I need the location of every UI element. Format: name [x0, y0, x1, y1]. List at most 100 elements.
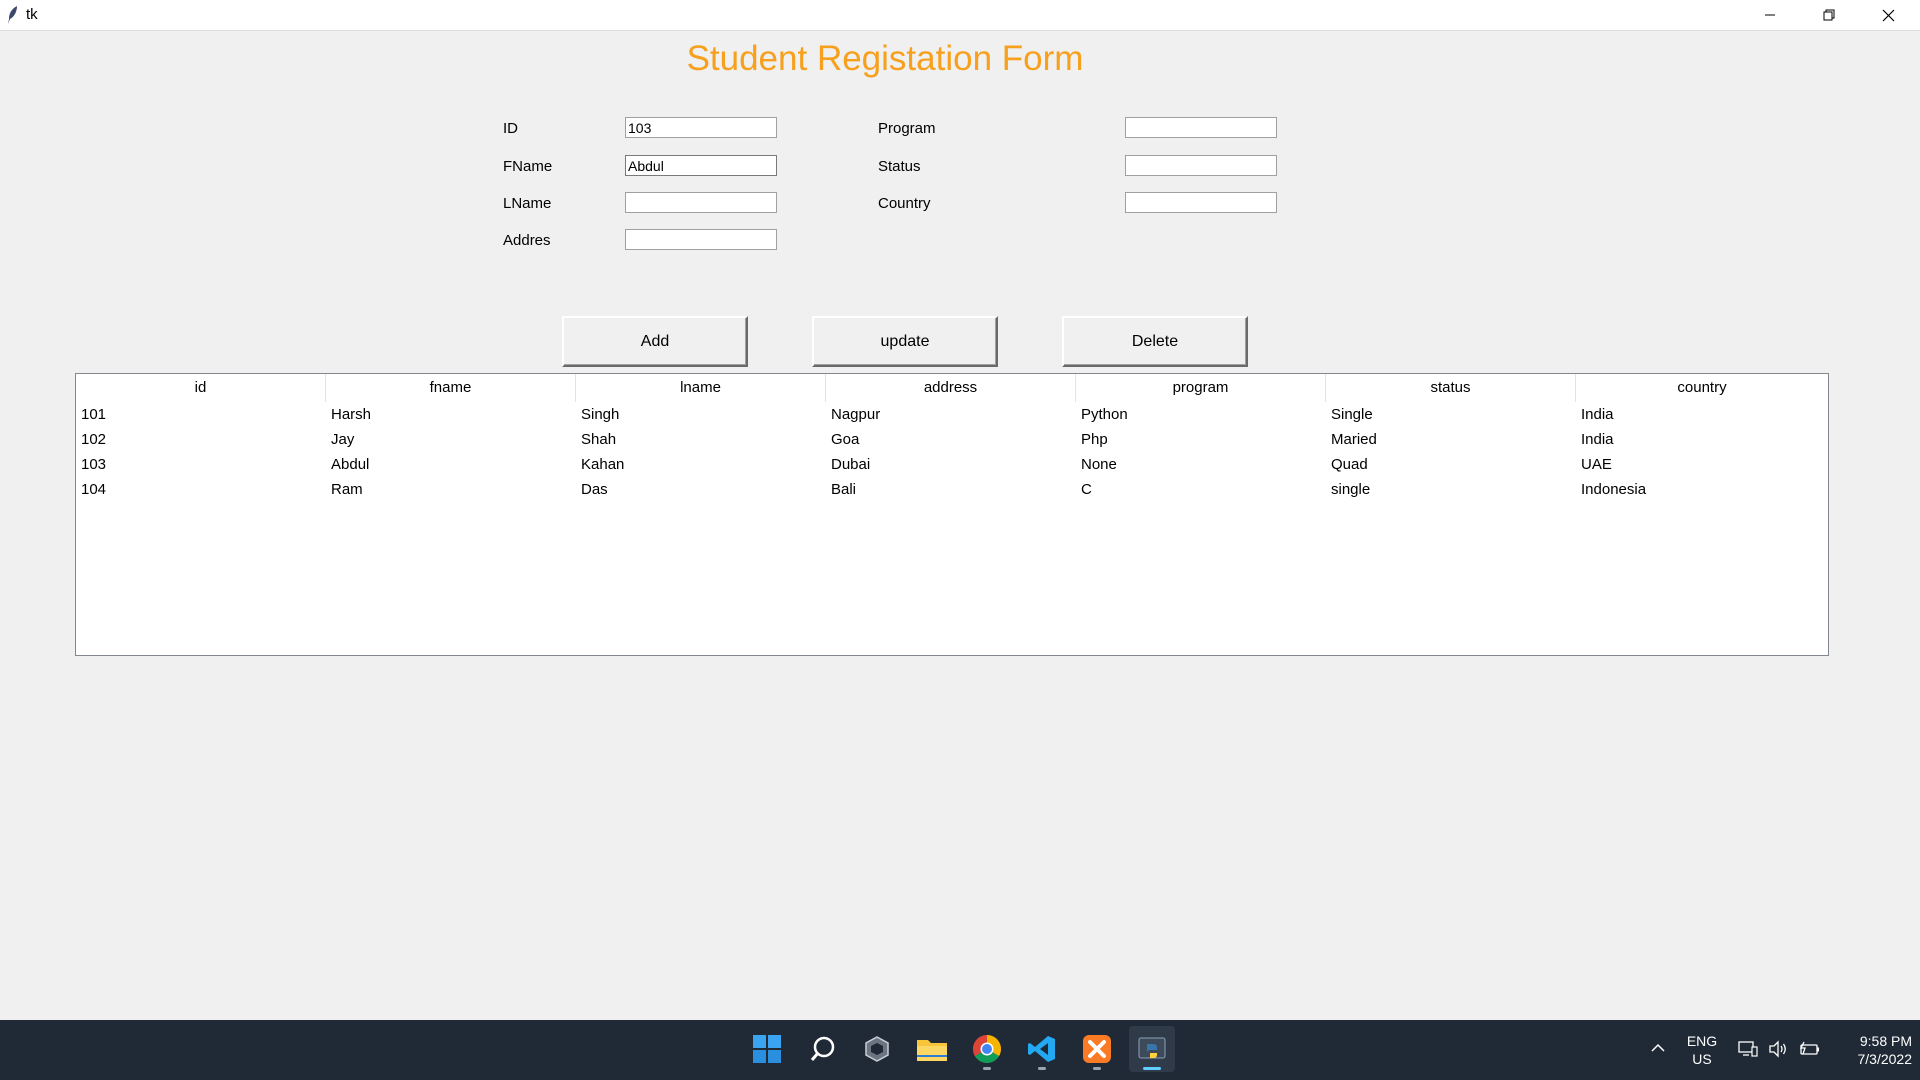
running-indicator	[1143, 1067, 1161, 1070]
column-header-status[interactable]: status	[1326, 374, 1576, 402]
table-cell: Singh	[581, 406, 620, 423]
python-icon	[1138, 1037, 1166, 1059]
country-label: Country	[878, 195, 931, 212]
table-cell: India	[1581, 431, 1614, 448]
table-cell: Indonesia	[1581, 481, 1647, 498]
table-row[interactable]: 101 Harsh Singh Nagpur Python Single Ind…	[76, 402, 1828, 427]
table-cell: Quad	[1331, 456, 1368, 473]
lname-input[interactable]	[625, 192, 777, 213]
table-cell: single	[1331, 481, 1371, 498]
clock-date: 7/3/2022	[1857, 1051, 1913, 1067]
unity-icon	[865, 1036, 889, 1062]
status-label: Status	[878, 158, 921, 175]
running-indicator	[1093, 1067, 1101, 1070]
fname-input[interactable]	[625, 155, 777, 176]
input-language-indicator[interactable]: ENG US	[1682, 1032, 1722, 1068]
table-cell: Jay	[331, 431, 355, 448]
taskbar-xampp-button[interactable]	[1074, 1026, 1120, 1072]
table-cell: 101	[81, 406, 107, 423]
chevron-up-icon	[1651, 1043, 1665, 1052]
language-region: US	[1692, 1051, 1712, 1067]
running-indicator	[1038, 1067, 1046, 1070]
add-button[interactable]: Add	[562, 316, 748, 367]
show-hidden-icons-button[interactable]	[1650, 1040, 1666, 1061]
chrome-icon	[973, 1035, 1001, 1063]
table-cell: Goa	[831, 431, 860, 448]
form-heading: Student Registation Form	[686, 39, 1084, 78]
table-cell: Maried	[1331, 431, 1377, 448]
language-code: ENG	[1686, 1033, 1718, 1049]
running-indicator	[983, 1067, 991, 1070]
network-icon	[1738, 1041, 1758, 1057]
column-header-lname[interactable]: lname	[576, 374, 826, 402]
program-input[interactable]	[1125, 117, 1277, 138]
taskbar-file-explorer-button[interactable]	[909, 1026, 955, 1072]
clock-time: 9:58 PM	[1859, 1033, 1912, 1049]
window-title: tk	[26, 6, 38, 23]
restore-button[interactable]	[1800, 0, 1858, 30]
table-cell: Python	[1081, 406, 1128, 423]
table-cell: Single	[1331, 406, 1373, 423]
tk-feather-icon	[8, 6, 17, 24]
table-header: id fname lname address program status co…	[76, 374, 1828, 402]
update-button[interactable]: update	[812, 316, 998, 367]
table-cell: Shah	[581, 431, 617, 448]
minimize-icon	[1765, 14, 1775, 16]
clock[interactable]: 9:58 PM 7/3/2022	[1832, 1032, 1913, 1068]
taskbar-start-button[interactable]	[744, 1026, 790, 1072]
fname-label: FName	[503, 158, 553, 175]
table-cell: India	[1581, 406, 1614, 423]
column-header-program[interactable]: program	[1076, 374, 1326, 402]
address-input[interactable]	[625, 229, 777, 250]
column-header-fname[interactable]: fname	[326, 374, 576, 402]
close-icon	[1882, 9, 1894, 21]
vscode-icon	[1028, 1036, 1055, 1062]
restore-icon	[1823, 9, 1835, 21]
table-cell: None	[1081, 456, 1117, 473]
table-cell: Ram	[331, 481, 363, 498]
battery-button[interactable]	[1798, 1040, 1820, 1063]
table-cell: Harsh	[331, 406, 372, 423]
table-cell: Kahan	[581, 456, 625, 473]
close-button[interactable]	[1859, 0, 1917, 30]
id-input[interactable]	[625, 117, 777, 138]
taskbar-chrome-button[interactable]	[964, 1026, 1010, 1072]
file-explorer-icon	[917, 1040, 947, 1061]
taskbar-python-button[interactable]	[1129, 1026, 1175, 1072]
program-label: Program	[878, 120, 936, 137]
column-header-country[interactable]: country	[1576, 374, 1828, 402]
table-cell: UAE	[1581, 456, 1612, 473]
speaker-icon	[1769, 1040, 1786, 1058]
table-row[interactable]: 104 Ram Das Bali C single Indonesia	[76, 477, 1828, 502]
table-body: 101 Harsh Singh Nagpur Python Single Ind…	[76, 402, 1828, 502]
window-titlebar: tk	[0, 0, 1920, 31]
address-label: Addres	[503, 232, 551, 249]
column-header-address[interactable]: address	[826, 374, 1076, 402]
students-table[interactable]: id fname lname address program status co…	[75, 373, 1829, 656]
table-cell: C	[1081, 481, 1092, 498]
status-input[interactable]	[1125, 155, 1277, 176]
battery-charging-icon	[1799, 1041, 1819, 1055]
table-cell: 103	[81, 456, 107, 473]
taskbar-vscode-button[interactable]	[1019, 1026, 1065, 1072]
taskbar: ENG US 9:58 PM 7/3/2022	[0, 1020, 1920, 1080]
delete-button[interactable]: Delete	[1062, 316, 1248, 367]
table-row[interactable]: 102 Jay Shah Goa Php Maried India	[76, 427, 1828, 452]
network-button[interactable]	[1738, 1040, 1758, 1063]
country-input[interactable]	[1125, 192, 1277, 213]
minimize-button[interactable]	[1741, 0, 1799, 30]
table-cell: 104	[81, 481, 107, 498]
table-row[interactable]: 103 Abdul Kahan Dubai None Quad UAE	[76, 452, 1828, 477]
taskbar-unity-button[interactable]	[854, 1026, 900, 1072]
table-cell: Abdul	[331, 456, 370, 473]
id-label: ID	[503, 120, 518, 137]
volume-button[interactable]	[1768, 1040, 1788, 1063]
table-cell: Dubai	[831, 456, 871, 473]
column-header-id[interactable]: id	[76, 374, 326, 402]
lname-label: LName	[503, 195, 552, 212]
table-cell: Bali	[831, 481, 857, 498]
taskbar-search-button[interactable]	[800, 1026, 846, 1072]
table-cell: Das	[581, 481, 608, 498]
table-cell: Nagpur	[831, 406, 881, 423]
table-cell: 102	[81, 431, 107, 448]
